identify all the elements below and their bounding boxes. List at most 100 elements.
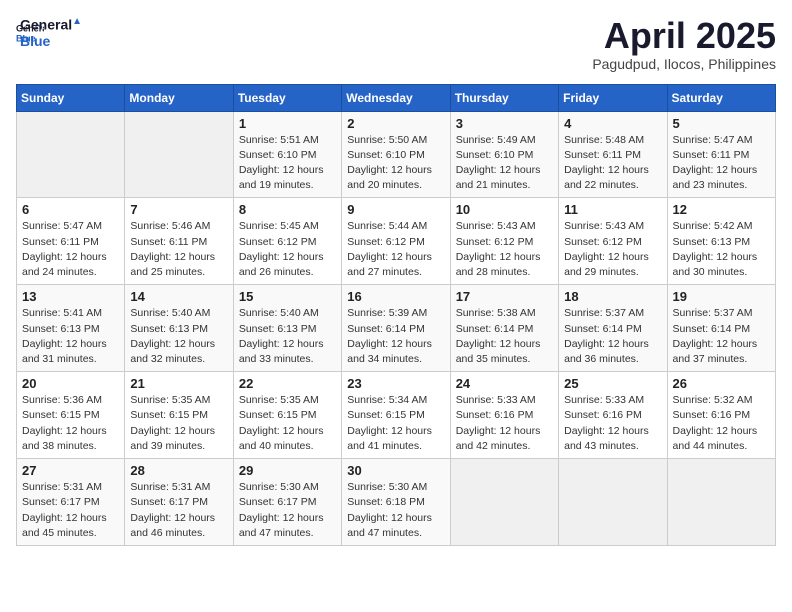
day-info: Sunrise: 5:48 AM Sunset: 6:11 PM Dayligh…: [564, 133, 661, 194]
day-info: Sunrise: 5:49 AM Sunset: 6:10 PM Dayligh…: [456, 133, 553, 194]
day-info: Sunrise: 5:31 AM Sunset: 6:17 PM Dayligh…: [130, 480, 227, 541]
day-number: 22: [239, 376, 336, 391]
day-number: 25: [564, 376, 661, 391]
day-number: 1: [239, 116, 336, 131]
calendar-cell: 29Sunrise: 5:30 AM Sunset: 6:17 PM Dayli…: [233, 459, 341, 546]
col-header-monday: Monday: [125, 84, 233, 111]
calendar-cell: 15 Sunrise: 5:40 AM Sunset: 6:13 PM Dayli…: [233, 285, 341, 372]
calendar-cell: 13 Sunrise: 5:41 AM Sunset: 6:13 PM Dayli…: [17, 285, 125, 372]
calendar-cell: 9Sunrise: 5:44 AM Sunset: 6:12 PM Daylig…: [342, 198, 450, 285]
day-info: Sunrise: 5:44 AM Sunset: 6:12 PM Dayligh…: [347, 219, 444, 280]
day-number: 21: [130, 376, 227, 391]
day-number: 28: [130, 463, 227, 478]
calendar-cell: 24 Sunrise: 5:33 AM Sunset: 6:16 PM Dayli…: [450, 372, 558, 459]
calendar-cell: [450, 459, 558, 546]
day-number: 10: [456, 202, 553, 217]
calendar-cell: 11Sunrise: 5:43 AM Sunset: 6:12 PM Dayli…: [559, 198, 667, 285]
day-info: Sunrise: 5:45 AM Sunset: 6:12 PM Dayligh…: [239, 219, 336, 280]
day-info: Sunrise: 5:43 AM Sunset: 6:12 PM Dayligh…: [456, 219, 553, 280]
day-info: Sunrise: 5:33 AM Sunset: 6:16 PM Dayligh…: [564, 393, 661, 454]
day-number: 8: [239, 202, 336, 217]
calendar-week-4: 27 Sunrise: 5:31 AM Sunset: 6:17 PM Dayli…: [17, 459, 776, 546]
day-info: Sunrise: 5:31 AM Sunset: 6:17 PM Dayligh…: [22, 480, 119, 541]
day-number: 5: [673, 116, 770, 131]
page-header: General Blue General Blue General▲ Blue …: [16, 16, 776, 72]
main-title: April 2025: [592, 16, 776, 56]
calendar-cell: 20 Sunrise: 5:36 AM Sunset: 6:15 PM Dayli…: [17, 372, 125, 459]
calendar-cell: [559, 459, 667, 546]
day-info: Sunrise: 5:50 AM Sunset: 6:10 PM Dayligh…: [347, 133, 444, 194]
calendar-cell: 19 Sunrise: 5:37 AM Sunset: 6:14 PM Dayli…: [667, 285, 775, 372]
day-number: 20: [22, 376, 119, 391]
col-header-wednesday: Wednesday: [342, 84, 450, 111]
calendar-cell: 14Sunrise: 5:40 AM Sunset: 6:13 PM Dayli…: [125, 285, 233, 372]
day-info: Sunrise: 5:47 AM Sunset: 6:11 PM Dayligh…: [673, 133, 770, 194]
calendar-cell: 28 Sunrise: 5:31 AM Sunset: 6:17 PM Dayli…: [125, 459, 233, 546]
calendar-cell: [125, 111, 233, 198]
day-number: 17: [456, 289, 553, 304]
day-number: 12: [673, 202, 770, 217]
calendar-cell: 7 Sunrise: 5:46 AM Sunset: 6:11 PM Daylig…: [125, 198, 233, 285]
day-number: 3: [456, 116, 553, 131]
calendar-cell: 18Sunrise: 5:37 AM Sunset: 6:14 PM Dayli…: [559, 285, 667, 372]
day-number: 13: [22, 289, 119, 304]
day-info: Sunrise: 5:40 AM Sunset: 6:13 PM Dayligh…: [239, 306, 336, 367]
day-info: Sunrise: 5:36 AM Sunset: 6:15 PM Dayligh…: [22, 393, 119, 454]
calendar-cell: 5 Sunrise: 5:47 AM Sunset: 6:11 PM Daylig…: [667, 111, 775, 198]
day-number: 27: [22, 463, 119, 478]
day-number: 30: [347, 463, 444, 478]
day-number: 24: [456, 376, 553, 391]
day-info: Sunrise: 5:37 AM Sunset: 6:14 PM Dayligh…: [673, 306, 770, 367]
col-header-thursday: Thursday: [450, 84, 558, 111]
calendar-cell: 8 Sunrise: 5:45 AM Sunset: 6:12 PM Daylig…: [233, 198, 341, 285]
calendar-week-3: 20 Sunrise: 5:36 AM Sunset: 6:15 PM Dayli…: [17, 372, 776, 459]
day-number: 26: [673, 376, 770, 391]
col-header-saturday: Saturday: [667, 84, 775, 111]
day-number: 2: [347, 116, 444, 131]
day-info: Sunrise: 5:34 AM Sunset: 6:15 PM Dayligh…: [347, 393, 444, 454]
day-info: Sunrise: 5:42 AM Sunset: 6:13 PM Dayligh…: [673, 219, 770, 280]
day-info: Sunrise: 5:40 AM Sunset: 6:13 PM Dayligh…: [130, 306, 227, 367]
subtitle: Pagudpud, Ilocos, Philippines: [592, 56, 776, 72]
calendar-cell: 23 Sunrise: 5:34 AM Sunset: 6:15 PM Dayli…: [342, 372, 450, 459]
calendar-cell: 3 Sunrise: 5:49 AM Sunset: 6:10 PM Daylig…: [450, 111, 558, 198]
calendar-week-1: 6 Sunrise: 5:47 AM Sunset: 6:11 PM Daylig…: [17, 198, 776, 285]
title-block: April 2025 Pagudpud, Ilocos, Philippines: [592, 16, 776, 72]
day-info: Sunrise: 5:46 AM Sunset: 6:11 PM Dayligh…: [130, 219, 227, 280]
day-number: 19: [673, 289, 770, 304]
day-info: Sunrise: 5:33 AM Sunset: 6:16 PM Dayligh…: [456, 393, 553, 454]
col-header-tuesday: Tuesday: [233, 84, 341, 111]
day-info: Sunrise: 5:32 AM Sunset: 6:16 PM Dayligh…: [673, 393, 770, 454]
day-info: Sunrise: 5:47 AM Sunset: 6:11 PM Dayligh…: [22, 219, 119, 280]
day-info: Sunrise: 5:38 AM Sunset: 6:14 PM Dayligh…: [456, 306, 553, 367]
day-number: 6: [22, 202, 119, 217]
logo: General Blue General Blue General▲ Blue: [16, 16, 82, 50]
calendar-cell: 6 Sunrise: 5:47 AM Sunset: 6:11 PM Daylig…: [17, 198, 125, 285]
calendar-cell: 30Sunrise: 5:30 AM Sunset: 6:18 PM Dayli…: [342, 459, 450, 546]
calendar-week-2: 13 Sunrise: 5:41 AM Sunset: 6:13 PM Dayli…: [17, 285, 776, 372]
calendar-cell: 4 Sunrise: 5:48 AM Sunset: 6:11 PM Daylig…: [559, 111, 667, 198]
calendar-cell: [667, 459, 775, 546]
calendar-body: 1Sunrise: 5:51 AM Sunset: 6:10 PM Daylig…: [17, 111, 776, 545]
day-number: 16: [347, 289, 444, 304]
day-number: 29: [239, 463, 336, 478]
calendar-table: SundayMondayTuesdayWednesdayThursdayFrid…: [16, 84, 776, 546]
col-header-sunday: Sunday: [17, 84, 125, 111]
day-number: 7: [130, 202, 227, 217]
day-number: 18: [564, 289, 661, 304]
day-info: Sunrise: 5:35 AM Sunset: 6:15 PM Dayligh…: [130, 393, 227, 454]
calendar-header: SundayMondayTuesdayWednesdayThursdayFrid…: [17, 84, 776, 111]
calendar-cell: 16 Sunrise: 5:39 AM Sunset: 6:14 PM Dayli…: [342, 285, 450, 372]
calendar-cell: 21 Sunrise: 5:35 AM Sunset: 6:15 PM Dayli…: [125, 372, 233, 459]
day-number: 11: [564, 202, 661, 217]
day-number: 23: [347, 376, 444, 391]
calendar-cell: 22 Sunrise: 5:35 AM Sunset: 6:15 PM Dayli…: [233, 372, 341, 459]
calendar-cell: 2 Sunrise: 5:50 AM Sunset: 6:10 PM Daylig…: [342, 111, 450, 198]
day-number: 15: [239, 289, 336, 304]
day-number: 4: [564, 116, 661, 131]
day-info: Sunrise: 5:35 AM Sunset: 6:15 PM Dayligh…: [239, 393, 336, 454]
calendar-cell: 26 Sunrise: 5:32 AM Sunset: 6:16 PM Dayli…: [667, 372, 775, 459]
calendar-cell: 25 Sunrise: 5:33 AM Sunset: 6:16 PM Dayli…: [559, 372, 667, 459]
day-info: Sunrise: 5:39 AM Sunset: 6:14 PM Dayligh…: [347, 306, 444, 367]
day-info: Sunrise: 5:41 AM Sunset: 6:13 PM Dayligh…: [22, 306, 119, 367]
